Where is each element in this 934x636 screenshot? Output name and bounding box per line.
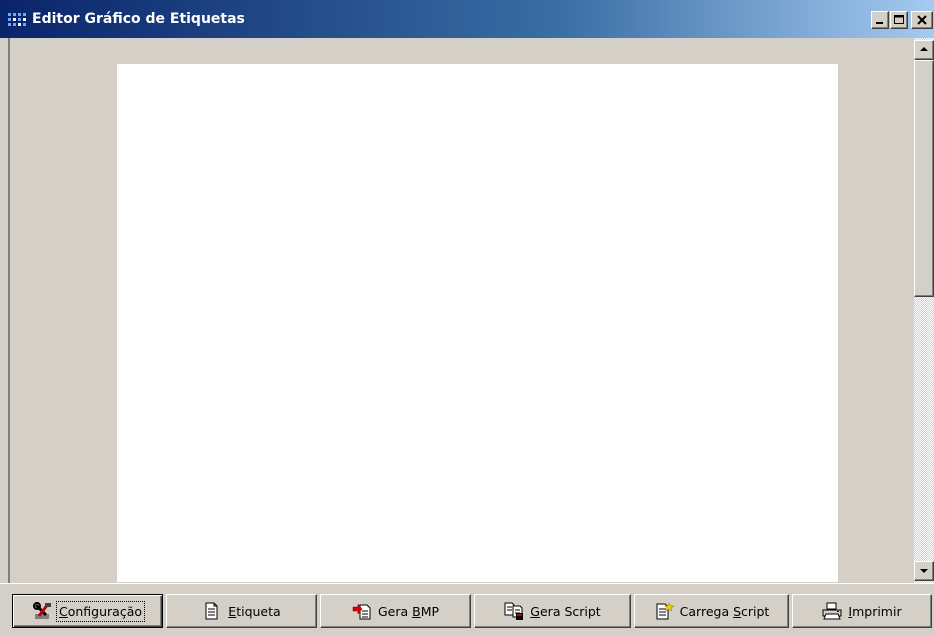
gera-script-label: Gera Script <box>530 603 601 619</box>
carrega-script-button[interactable]: Carrega Script <box>634 594 789 628</box>
imprimir-button[interactable]: Imprimir <box>792 594 932 628</box>
app-grid-icon[interactable] <box>6 10 28 30</box>
arrow-up-icon <box>920 47 928 51</box>
gera-bmp-label: Gera BMP <box>377 603 440 619</box>
scroll-thumb[interactable] <box>914 60 934 297</box>
gera-bmp-button[interactable]: Gera BMP <box>320 594 471 628</box>
tools-icon <box>32 602 53 620</box>
document-icon <box>202 602 222 620</box>
scroll-down-button[interactable] <box>914 561 934 581</box>
configuracao-label: Configuração <box>55 600 146 622</box>
carrega-script-label: Carrega Script <box>679 603 770 619</box>
maximize-button[interactable] <box>890 11 908 29</box>
application-window: Editor Gráfico de Etiquetas Configuração… <box>0 0 934 636</box>
scroll-up-button[interactable] <box>914 40 934 60</box>
printer-icon <box>822 602 842 620</box>
gera-script-button[interactable]: Gera Script <box>474 594 631 628</box>
export-bmp-icon <box>352 602 372 620</box>
label-canvas[interactable] <box>117 64 838 582</box>
generate-script-icon <box>504 602 524 620</box>
configuracao-button[interactable]: Configuração <box>12 594 163 628</box>
etiqueta-label: Etiqueta <box>228 603 281 619</box>
bottom-toolbar: Configuração Etiqueta Gera BMP Gera Scri… <box>0 583 934 636</box>
vertical-scrollbar[interactable] <box>914 38 934 583</box>
minimize-button[interactable] <box>871 11 889 29</box>
title-bar[interactable]: Editor Gráfico de Etiquetas <box>0 0 934 38</box>
close-icon <box>917 15 927 25</box>
arrow-down-icon <box>920 569 928 573</box>
window-title: Editor Gráfico de Etiquetas <box>32 11 245 27</box>
etiqueta-button[interactable]: Etiqueta <box>166 594 317 628</box>
close-button[interactable] <box>911 11 933 29</box>
imprimir-label: Imprimir <box>848 603 902 619</box>
maximize-icon <box>894 15 904 24</box>
minimize-icon <box>876 22 883 24</box>
load-script-icon <box>654 602 675 620</box>
